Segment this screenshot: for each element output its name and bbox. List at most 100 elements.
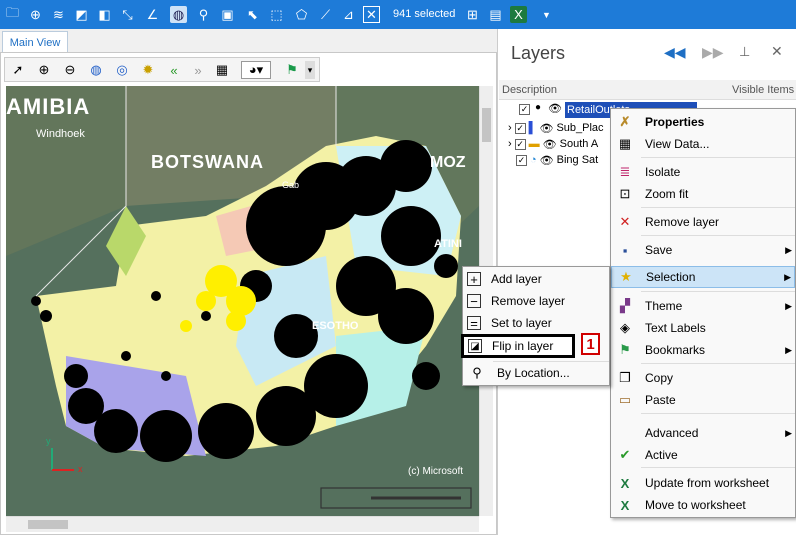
grid-icon[interactable]: ▦ (213, 61, 231, 79)
layer-checkbox[interactable]: ✓ (519, 104, 530, 115)
menu-advanced[interactable]: Advanced ▶ (611, 422, 795, 444)
zoom-in-icon[interactable]: ⊕ (35, 61, 53, 79)
pin-icon[interactable]: ⚲ (195, 6, 212, 23)
collapse-right-icon[interactable]: ▶▶ (702, 44, 724, 61)
layer-row-sub-place[interactable]: › ✓ ▌ 👁 Sub_Plac (508, 120, 604, 136)
layer-context-menu: ✗ Properties ▦ View Data... ≣ Isolate ⊡ Zoom… (610, 108, 796, 518)
menu-zoom-fit[interactable]: ⊡ Zoom fit (611, 183, 689, 205)
map-canvas[interactable]: AMIBIA Windhoek BOTSWANA MOZ Gab ATINI E… (6, 86, 479, 516)
col-visible-items: Visible Items (732, 84, 795, 96)
menu-selection[interactable]: ★ Selection ▶ (611, 266, 795, 288)
clear-selection-icon[interactable]: ✕ (363, 6, 380, 23)
submenu-remove-layer[interactable]: − Remove layer (463, 290, 565, 312)
layers-column-header: Description Visible Items (499, 80, 796, 100)
copy-icon: ❐ (619, 370, 631, 385)
menu-save[interactable]: ▪ Save ▶ (611, 239, 795, 261)
layer-row-south-africa[interactable]: › ✓ ▬ 👁 South A (508, 136, 598, 152)
expand-icon[interactable]: › (508, 138, 512, 150)
layer-row-bing-satellite[interactable]: ✓ ◔ 👁 Bing Sat (516, 152, 598, 168)
back-icon[interactable]: « (165, 61, 183, 79)
submenu-flip-in-layer[interactable]: ◪ Flip in layer (461, 334, 575, 358)
select-node-icon[interactable]: ⬉ (244, 6, 261, 23)
bookmark-flag-icon[interactable]: ⚑ (283, 61, 301, 79)
table-view-icon[interactable]: ▤ (487, 6, 504, 23)
floppy-icon: ▪ (622, 242, 628, 258)
submenu-by-location[interactable]: ⚲ By Location... (463, 362, 569, 384)
dropdown-icon[interactable]: ▼ (538, 6, 555, 23)
layer-checkbox[interactable]: ✓ (514, 122, 526, 134)
visibility-eye-icon[interactable]: 👁 (539, 122, 553, 135)
menu-text-labels[interactable]: ◈ Text Labels (611, 317, 706, 339)
layer-checkbox[interactable]: ✓ (516, 154, 527, 166)
menu-update-from-worksheet[interactable]: X Update from worksheet (611, 472, 769, 494)
select-all-icon[interactable]: ⊞ (464, 6, 481, 23)
map-label-windhoek: Windhoek (36, 128, 85, 140)
layer-name: South A (559, 138, 599, 150)
menu-active[interactable]: ✔ Active (611, 444, 678, 466)
tab-main-view[interactable]: Main View (2, 31, 68, 53)
annotation-badge: 1 (581, 333, 600, 355)
point-layer-icon: ● (535, 102, 542, 113)
isolate-icon: ≣ (619, 164, 631, 179)
table-icon: ▦ (618, 136, 632, 151)
excel-icon: X (620, 475, 630, 491)
menu-isolate[interactable]: ≣ Isolate (611, 161, 681, 183)
frame-icon[interactable]: ▣ (219, 6, 236, 23)
expand-icon[interactable]: › (508, 122, 512, 134)
map-copyright: (c) Microsoft (408, 466, 463, 477)
pointer-icon[interactable]: ➚ (9, 61, 27, 79)
submenu-arrow-icon: ▶ (784, 271, 791, 282)
collapse-left-icon[interactable]: ◀◀ (664, 44, 686, 61)
select-poly-icon[interactable]: ⬠ (293, 6, 310, 23)
menu-copy[interactable]: ❐ Copy (611, 367, 673, 389)
map-icon[interactable]: ◩ (73, 6, 90, 23)
menu-bookmarks[interactable]: ⚑ Bookmarks ▶ (611, 339, 795, 361)
layers-icon[interactable]: ≋ (50, 6, 67, 23)
menu-view-data[interactable]: ▦ View Data... (611, 133, 710, 155)
theme-icon: ▞ (620, 298, 630, 313)
select-path-icon[interactable]: ⊿ (340, 6, 357, 23)
excel-icon: X (620, 497, 630, 513)
folder-icon[interactable]: 🗀 (4, 5, 21, 23)
palette-dropdown-icon[interactable]: ◕▾ (241, 61, 271, 79)
visibility-eye-icon[interactable]: 👁 (540, 154, 554, 167)
pin-panel-icon[interactable]: ⊥ (739, 44, 750, 60)
menu-properties[interactable]: ✗ Properties (611, 111, 705, 133)
globe-zoom-icon[interactable]: ◍ (87, 61, 105, 79)
layer-name: Bing Sat (556, 154, 599, 166)
map-label-swatini: ATINI (434, 238, 462, 250)
globe-tool-icon[interactable]: ⊕ (27, 6, 44, 23)
location-icon: ⚲ (472, 365, 482, 380)
layer-checkbox[interactable]: ✓ (514, 138, 526, 150)
globe-icon[interactable]: ◍ (170, 6, 187, 23)
select-line-icon[interactable]: ⟋ (317, 6, 334, 23)
visibility-eye-icon[interactable]: 👁 (548, 102, 562, 115)
forward-icon[interactable]: » (189, 61, 207, 79)
menu-paste[interactable]: ▭ Paste (611, 389, 676, 411)
shape-icon[interactable]: ◧ (96, 6, 113, 23)
zoom-out-icon[interactable]: ⊖ (61, 61, 79, 79)
selection-count: 941 selected (393, 8, 456, 20)
menu-remove-layer[interactable]: ✕ Remove layer (611, 211, 719, 233)
visibility-eye-icon[interactable]: 👁 (543, 138, 557, 151)
star-icon: ★ (620, 269, 632, 284)
top-toolbar: 🗀 ⊕ ≋ ◩ ◧ ⤡ ∠ ◍ ⚲ ▣ ⬉ ⬚ ⬠ ⟋ ⊿ ✕ 941 sele… (0, 0, 796, 29)
measure-icon[interactable]: ∠ (144, 6, 161, 23)
tag-icon: ◈ (620, 320, 630, 335)
select-rect-icon[interactable]: ⬚ (268, 6, 285, 23)
settings-icon[interactable]: ✹ (139, 61, 157, 79)
globe-extent-icon[interactable]: ◎ (113, 61, 131, 79)
map-horizontal-scrollbar[interactable] (6, 516, 479, 532)
submenu-add-layer[interactable]: + Add layer (463, 268, 542, 290)
map-label-moz: MOZ (430, 154, 466, 171)
submenu-set-to-layer[interactable]: = Set to layer (463, 312, 552, 334)
draw-icon[interactable]: ⤡ (119, 6, 136, 23)
menu-theme[interactable]: ▞ Theme ▶ (611, 295, 795, 317)
submenu-arrow-icon: ▶ (785, 427, 792, 438)
axis-x-label: x (78, 464, 83, 474)
plus-icon: + (467, 272, 481, 287)
excel-icon[interactable]: X (510, 6, 527, 23)
close-panel-icon[interactable]: ✕ (771, 43, 783, 60)
menu-move-to-worksheet[interactable]: X Move to worksheet (611, 494, 746, 516)
toolbar-overflow-icon[interactable]: ▾ (305, 61, 315, 79)
